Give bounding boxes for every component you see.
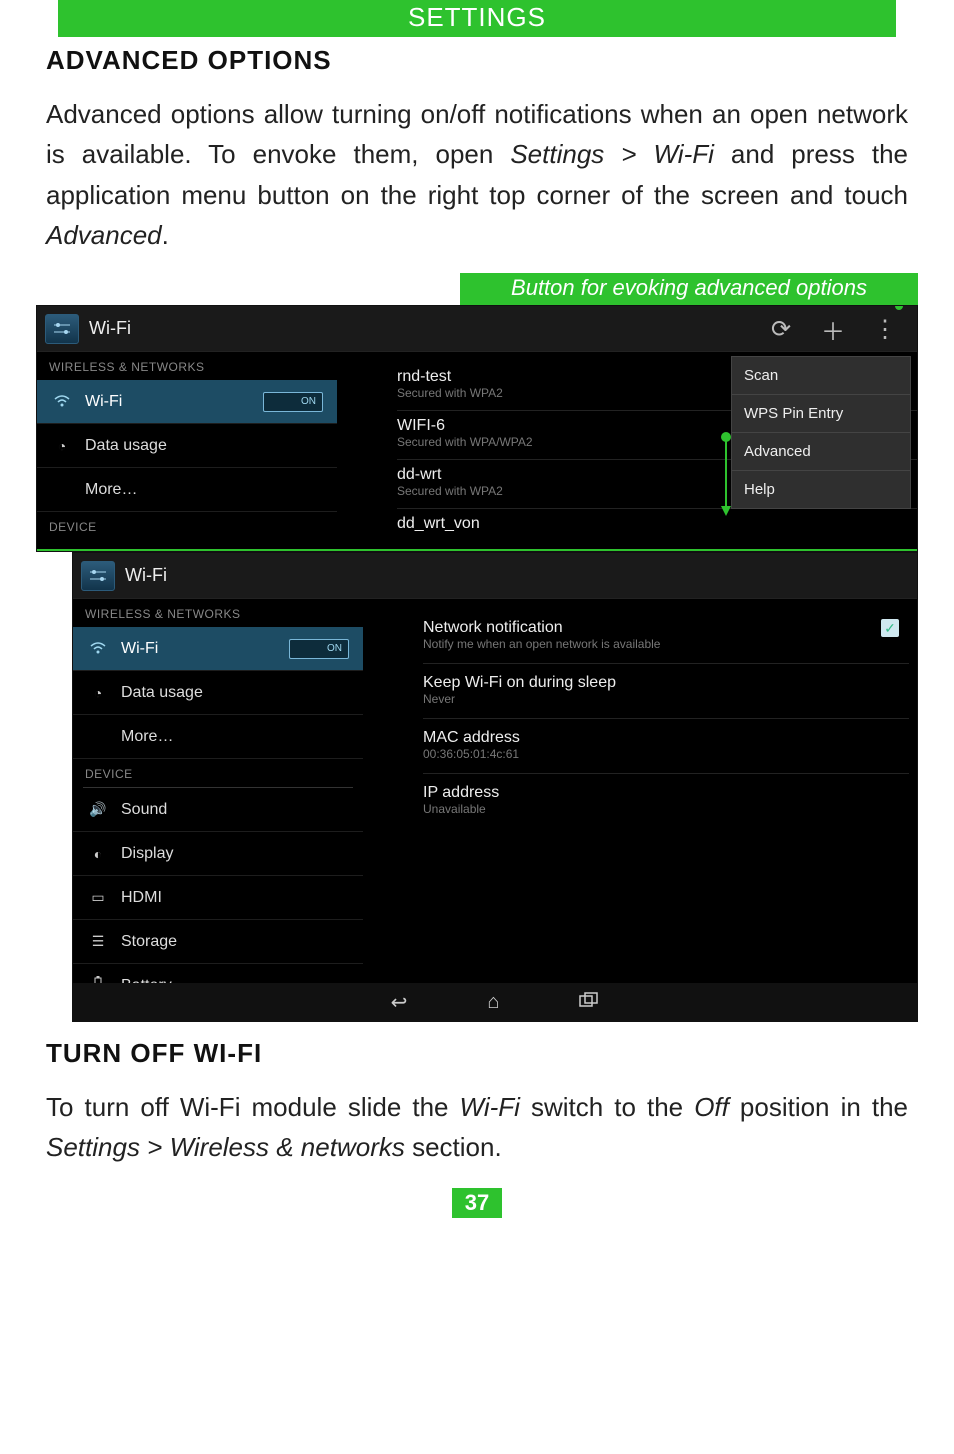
row-subtitle: Notify me when an open network is availa… (423, 637, 909, 651)
wifi-toggle[interactable]: ON (263, 392, 323, 412)
section-label-wireless: WIRELESS & NETWORKS (73, 599, 363, 627)
row-network-notification[interactable]: Network notification Notify me when an o… (423, 609, 909, 664)
titlebar: Wi-Fi ⟳ ＋ ⋮ (37, 306, 917, 352)
label: Data usage (121, 684, 349, 702)
section-label-device: DEVICE (73, 759, 363, 787)
hdmi-icon: ▭ (87, 889, 109, 906)
callout-advanced-button: Button for evoking advanced options (460, 273, 918, 305)
row-subtitle: 00:36:05:01:4c:61 (423, 747, 909, 761)
wifi-toggle[interactable]: ON (289, 639, 349, 659)
row-title: MAC address (423, 729, 909, 747)
settings-path: Settings > Wireless & networks (46, 1132, 405, 1162)
screen-title: Wi-Fi (89, 318, 131, 339)
label: Sound (121, 801, 349, 819)
home-icon[interactable]: ⌂ (487, 991, 499, 1014)
wifi-icon (51, 394, 73, 410)
screenshot-wifi-menu: Wi-Fi ⟳ ＋ ⋮ WIRELESS & NETWORKS Wi-Fi ON… (36, 305, 918, 552)
titlebar: Wi-Fi (73, 553, 917, 599)
sidebar-item-wifi[interactable]: Wi-Fi ON (37, 380, 337, 424)
wifi-word: Wi-Fi (460, 1092, 520, 1122)
row-title: Keep Wi-Fi on during sleep (423, 674, 909, 692)
section-turn-off-wifi-title: TURN OFF WI-FI (46, 1038, 908, 1069)
storage-icon: ☰ (87, 933, 109, 950)
label: More… (121, 728, 349, 746)
menu-item-help[interactable]: Help (732, 471, 910, 508)
sidebar-item-data-usage[interactable]: ◔ Data usage (37, 424, 337, 468)
sidebar-item-hdmi[interactable]: ▭ HDMI (73, 876, 363, 920)
settings-icon (45, 314, 79, 344)
label: Wi-Fi (85, 393, 263, 411)
text: position in the (729, 1092, 908, 1122)
overflow-menu: Scan WPS Pin Entry Advanced Help (731, 356, 911, 509)
back-icon[interactable]: ↩ (391, 990, 408, 1015)
label: Display (121, 845, 349, 863)
section-label-wireless: WIRELESS & NETWORKS (37, 352, 337, 380)
section-label-device: DEVICE (37, 512, 337, 540)
network-row[interactable]: dd_wrt_von (397, 509, 917, 543)
wifi-icon (87, 641, 109, 657)
green-divider (37, 549, 917, 551)
advanced-panel: Network notification Notify me when an o… (423, 609, 909, 828)
network-name: dd_wrt_von (397, 515, 917, 533)
refresh-icon[interactable]: ⟳ (755, 315, 807, 344)
row-title: IP address (423, 784, 909, 802)
sidebar-item-more[interactable]: More… (73, 715, 363, 759)
advanced-options-description: Advanced options allow turning on/off no… (46, 94, 908, 255)
sidebar-item-display[interactable]: ◐ Display (73, 832, 363, 876)
label: Data usage (85, 437, 323, 455)
menu-item-scan[interactable]: Scan (732, 357, 910, 395)
row-title: Network notification (423, 619, 909, 637)
sidebar-item-sound[interactable]: 🔊 Sound (73, 788, 363, 832)
sidebar-item-more[interactable]: More… (37, 468, 337, 512)
data-usage-icon: ◔ (51, 438, 73, 454)
text: To turn off Wi-Fi module slide the (46, 1092, 460, 1122)
text: . (162, 220, 169, 250)
row-mac-address: MAC address 00:36:05:01:4c:61 (423, 719, 909, 774)
off-word: Off (694, 1092, 729, 1122)
label: Storage (121, 933, 349, 951)
advanced-word: Advanced (46, 220, 162, 250)
display-icon: ◐ (87, 846, 109, 862)
text: switch to the (520, 1092, 694, 1122)
callout-arrow (725, 436, 727, 514)
sidebar: WIRELESS & NETWORKS Wi-Fi ON ◔ Data usag… (73, 599, 363, 1008)
text: section. (405, 1132, 502, 1162)
page-number: 37 (452, 1188, 502, 1218)
sidebar-item-data-usage[interactable]: ◔ Data usage (73, 671, 363, 715)
screenshots-container: Wi-Fi ⟳ ＋ ⋮ WIRELESS & NETWORKS Wi-Fi ON… (36, 305, 918, 1022)
overflow-menu-icon[interactable]: ⋮ (859, 315, 911, 344)
row-keep-wifi-on[interactable]: Keep Wi-Fi on during sleep Never (423, 664, 909, 719)
screen-title: Wi-Fi (125, 565, 167, 586)
row-subtitle: Never (423, 692, 909, 706)
settings-icon (81, 561, 115, 591)
screenshot-wifi-advanced: Wi-Fi WIRELESS & NETWORKS Wi-Fi ON ◔ Dat… (72, 552, 918, 1022)
section-advanced-options-title: ADVANCED OPTIONS (46, 45, 908, 76)
sound-icon: 🔊 (87, 801, 109, 818)
add-icon[interactable]: ＋ (807, 312, 859, 347)
sidebar: WIRELESS & NETWORKS Wi-Fi ON ◔ Data usag… (37, 352, 337, 540)
data-usage-icon: ◔ (87, 685, 109, 701)
page-header: SETTINGS (58, 0, 896, 37)
recents-icon[interactable] (579, 991, 599, 1014)
sidebar-item-wifi[interactable]: Wi-Fi ON (73, 627, 363, 671)
android-navbar: ↩ ⌂ (73, 983, 917, 1021)
label: More… (85, 481, 323, 499)
settings-path: Settings > Wi-Fi (510, 139, 714, 169)
menu-item-advanced[interactable]: Advanced (732, 433, 910, 471)
label: HDMI (121, 889, 349, 907)
label: Wi-Fi (121, 640, 289, 658)
row-ip-address: IP address Unavailable (423, 774, 909, 828)
checkbox-checked-icon[interactable]: ✓ (881, 619, 899, 637)
turn-off-wifi-description: To turn off Wi-Fi module slide the Wi-Fi… (46, 1087, 908, 1168)
sidebar-item-storage[interactable]: ☰ Storage (73, 920, 363, 964)
row-subtitle: Unavailable (423, 802, 909, 816)
menu-item-wps[interactable]: WPS Pin Entry (732, 395, 910, 433)
